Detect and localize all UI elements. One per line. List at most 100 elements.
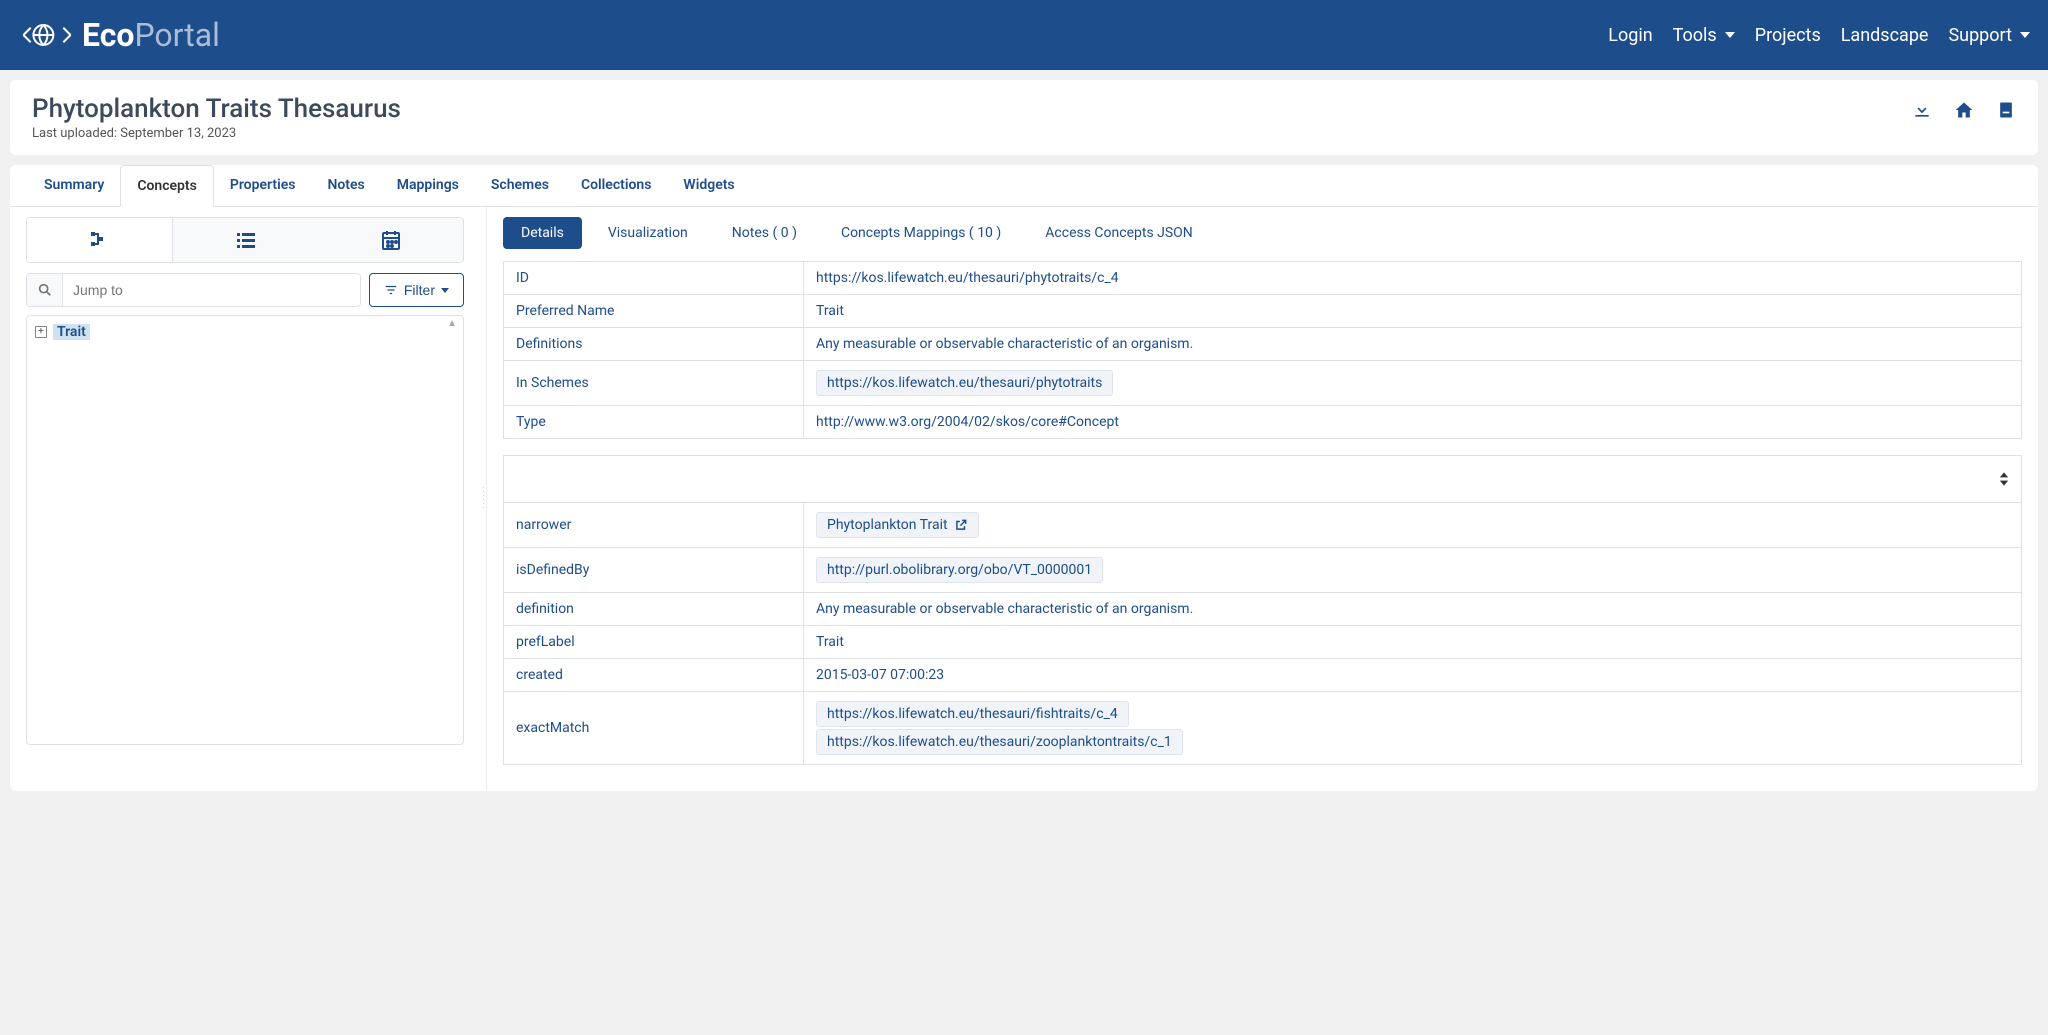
detail-sub-tabs: DetailsVisualizationNotes ( 0 )Concepts … — [503, 217, 2022, 249]
property-value: https://kos.lifewatch.eu/thesauri/phytot… — [804, 262, 2022, 295]
nav-link-support[interactable]: Support — [1948, 25, 2030, 46]
property-key: ID — [504, 262, 804, 295]
tab-collections[interactable]: Collections — [565, 165, 667, 206]
value-text: Any measurable or observable characteris… — [816, 336, 1193, 352]
table-row: Type http://www.w3.org/2004/02/skos/core#… — [504, 406, 2022, 439]
value-text: Trait — [816, 303, 844, 319]
property-key: isDefinedBy — [504, 548, 804, 593]
value-chip[interactable]: https://kos.lifewatch.eu/thesauri/phytot… — [816, 370, 1113, 396]
property-value: Trait — [804, 295, 2022, 328]
property-key: Definitions — [504, 328, 804, 361]
external-link-icon — [954, 518, 968, 532]
property-key: Preferred Name — [504, 295, 804, 328]
list-view-tab[interactable] — [173, 218, 318, 262]
value-chip[interactable]: https://kos.lifewatch.eu/thesauri/zoopla… — [816, 729, 1183, 755]
jump-to-input[interactable] — [63, 274, 360, 306]
main-tabs: SummaryConceptsPropertiesNotesMappingsSc… — [10, 165, 2038, 207]
download-icon[interactable] — [1912, 100, 1932, 120]
sort-icon[interactable] — [1999, 472, 2009, 486]
table-row: isDefinedBy http://purl.obolibrary.org/ob… — [504, 548, 2022, 593]
property-value: Any measurable or observable characteris… — [804, 593, 2022, 626]
property-value: Trait — [804, 626, 2022, 659]
value-text: Any measurable or observable characteris… — [816, 601, 1193, 617]
property-value: Phytoplankton Trait — [804, 503, 2022, 548]
property-key: In Schemes — [504, 361, 804, 406]
core-properties-table: ID https://kos.lifewatch.eu/thesauri/phyt… — [503, 261, 2022, 439]
filter-button[interactable]: Filter — [369, 273, 464, 307]
chevron-down-icon — [1725, 32, 1735, 38]
tab-notes[interactable]: Notes — [311, 165, 380, 206]
nav-links: Login Tools Projects Landscape Support — [1608, 25, 2030, 46]
brand-text: EcoPortal — [82, 16, 220, 54]
value-text: 2015-03-07 07:00:23 — [816, 667, 944, 683]
globe-icon — [18, 19, 76, 51]
tree-view-tab[interactable] — [27, 218, 173, 262]
tab-schemes[interactable]: Schemes — [475, 165, 565, 206]
table-row: definition Any measurable or observable c… — [504, 593, 2022, 626]
tab-properties[interactable]: Properties — [214, 165, 312, 206]
property-value: http://purl.obolibrary.org/obo/VT_000000… — [804, 548, 2022, 593]
property-key: Type — [504, 406, 804, 439]
table-row: In Schemes https://kos.lifewatch.eu/thesa… — [504, 361, 2022, 406]
value-link[interactable]: http://www.w3.org/2004/02/skos/core#Conc… — [816, 414, 1119, 430]
sub-tab-access-concepts-json[interactable]: Access Concepts JSON — [1027, 217, 1211, 249]
table-row: exactMatch https://kos.lifewatch.eu/thesa… — [504, 692, 2022, 765]
value-text: Trait — [816, 634, 844, 650]
property-key: exactMatch — [504, 692, 804, 765]
tree-root-item: + Trait — [35, 324, 455, 340]
page-header: Phytoplankton Traits Thesaurus Last uplo… — [10, 80, 2038, 155]
property-key: narrower — [504, 503, 804, 548]
brand-logo[interactable]: EcoPortal — [18, 16, 220, 54]
home-icon[interactable] — [1954, 100, 1974, 120]
main-panel: SummaryConceptsPropertiesNotesMappingsSc… — [10, 165, 2038, 791]
concept-tree: ▲ + Trait — [26, 315, 464, 745]
nav-link-tools[interactable]: Tools — [1673, 25, 1735, 46]
property-key: created — [504, 659, 804, 692]
tab-mappings[interactable]: Mappings — [381, 165, 475, 206]
search-group — [26, 273, 361, 307]
tab-concepts[interactable]: Concepts — [120, 165, 214, 207]
chevron-down-icon — [441, 288, 449, 293]
sub-tab-details[interactable]: Details — [503, 217, 582, 249]
table-row: narrower Phytoplankton Trait — [504, 503, 2022, 548]
filter-label: Filter — [404, 282, 435, 298]
sub-tab-concepts-mappings-10-[interactable]: Concepts Mappings ( 10 ) — [823, 217, 1019, 249]
tab-widgets[interactable]: Widgets — [667, 165, 750, 206]
property-key: definition — [504, 593, 804, 626]
search-icon[interactable] — [27, 274, 63, 306]
right-pane: DetailsVisualizationNotes ( 0 )Concepts … — [486, 207, 2038, 791]
page-subtitle: Last uploaded: September 13, 2023 — [32, 126, 401, 141]
date-view-tab[interactable] — [318, 218, 463, 262]
sub-tab-visualization[interactable]: Visualization — [590, 217, 706, 249]
tree-expand-icon[interactable]: + — [35, 326, 47, 338]
value-chip-external[interactable]: Phytoplankton Trait — [816, 512, 979, 538]
table-row: Preferred Name Trait — [504, 295, 2022, 328]
property-value: https://kos.lifewatch.eu/thesauri/phytot… — [804, 361, 2022, 406]
table-row: Definitions Any measurable or observable … — [504, 328, 2022, 361]
left-pane: Filter ▲ + Trait — [10, 207, 480, 791]
nav-link-login[interactable]: Login — [1608, 25, 1652, 46]
chevron-down-icon — [2020, 32, 2030, 38]
value-chip[interactable]: https://kos.lifewatch.eu/thesauri/fishtr… — [816, 701, 1129, 727]
tab-summary[interactable]: Summary — [28, 165, 120, 206]
property-key: prefLabel — [504, 626, 804, 659]
property-value: https://kos.lifewatch.eu/thesauri/fishtr… — [804, 692, 2022, 765]
tree-root-label[interactable]: Trait — [53, 324, 90, 340]
value-link[interactable]: https://kos.lifewatch.eu/thesauri/phytot… — [816, 270, 1119, 286]
page-title: Phytoplankton Traits Thesaurus — [32, 94, 401, 124]
nav-link-landscape[interactable]: Landscape — [1841, 25, 1929, 46]
property-value: 2015-03-07 07:00:23 — [804, 659, 2022, 692]
value-chip[interactable]: http://purl.obolibrary.org/obo/VT_000000… — [816, 557, 1103, 583]
table-row: created 2015-03-07 07:00:23 — [504, 659, 2022, 692]
extended-properties-table: narrower Phytoplankton Trait isDefinedBy h… — [503, 455, 2022, 765]
nav-link-projects[interactable]: Projects — [1755, 25, 1821, 46]
property-value: Any measurable or observable characteris… — [804, 328, 2022, 361]
property-value: http://www.w3.org/2004/02/skos/core#Conc… — [804, 406, 2022, 439]
table-row: ID https://kos.lifewatch.eu/thesauri/phyt… — [504, 262, 2022, 295]
table-row: prefLabel Trait — [504, 626, 2022, 659]
doc-icon[interactable] — [1996, 100, 2016, 120]
sub-tab-notes-0-[interactable]: Notes ( 0 ) — [714, 217, 815, 249]
top-navbar: EcoPortal Login Tools Projects Landscape Sup… — [0, 0, 2048, 70]
view-mode-tabs — [26, 217, 464, 263]
scroll-up-icon[interactable]: ▲ — [447, 318, 457, 329]
